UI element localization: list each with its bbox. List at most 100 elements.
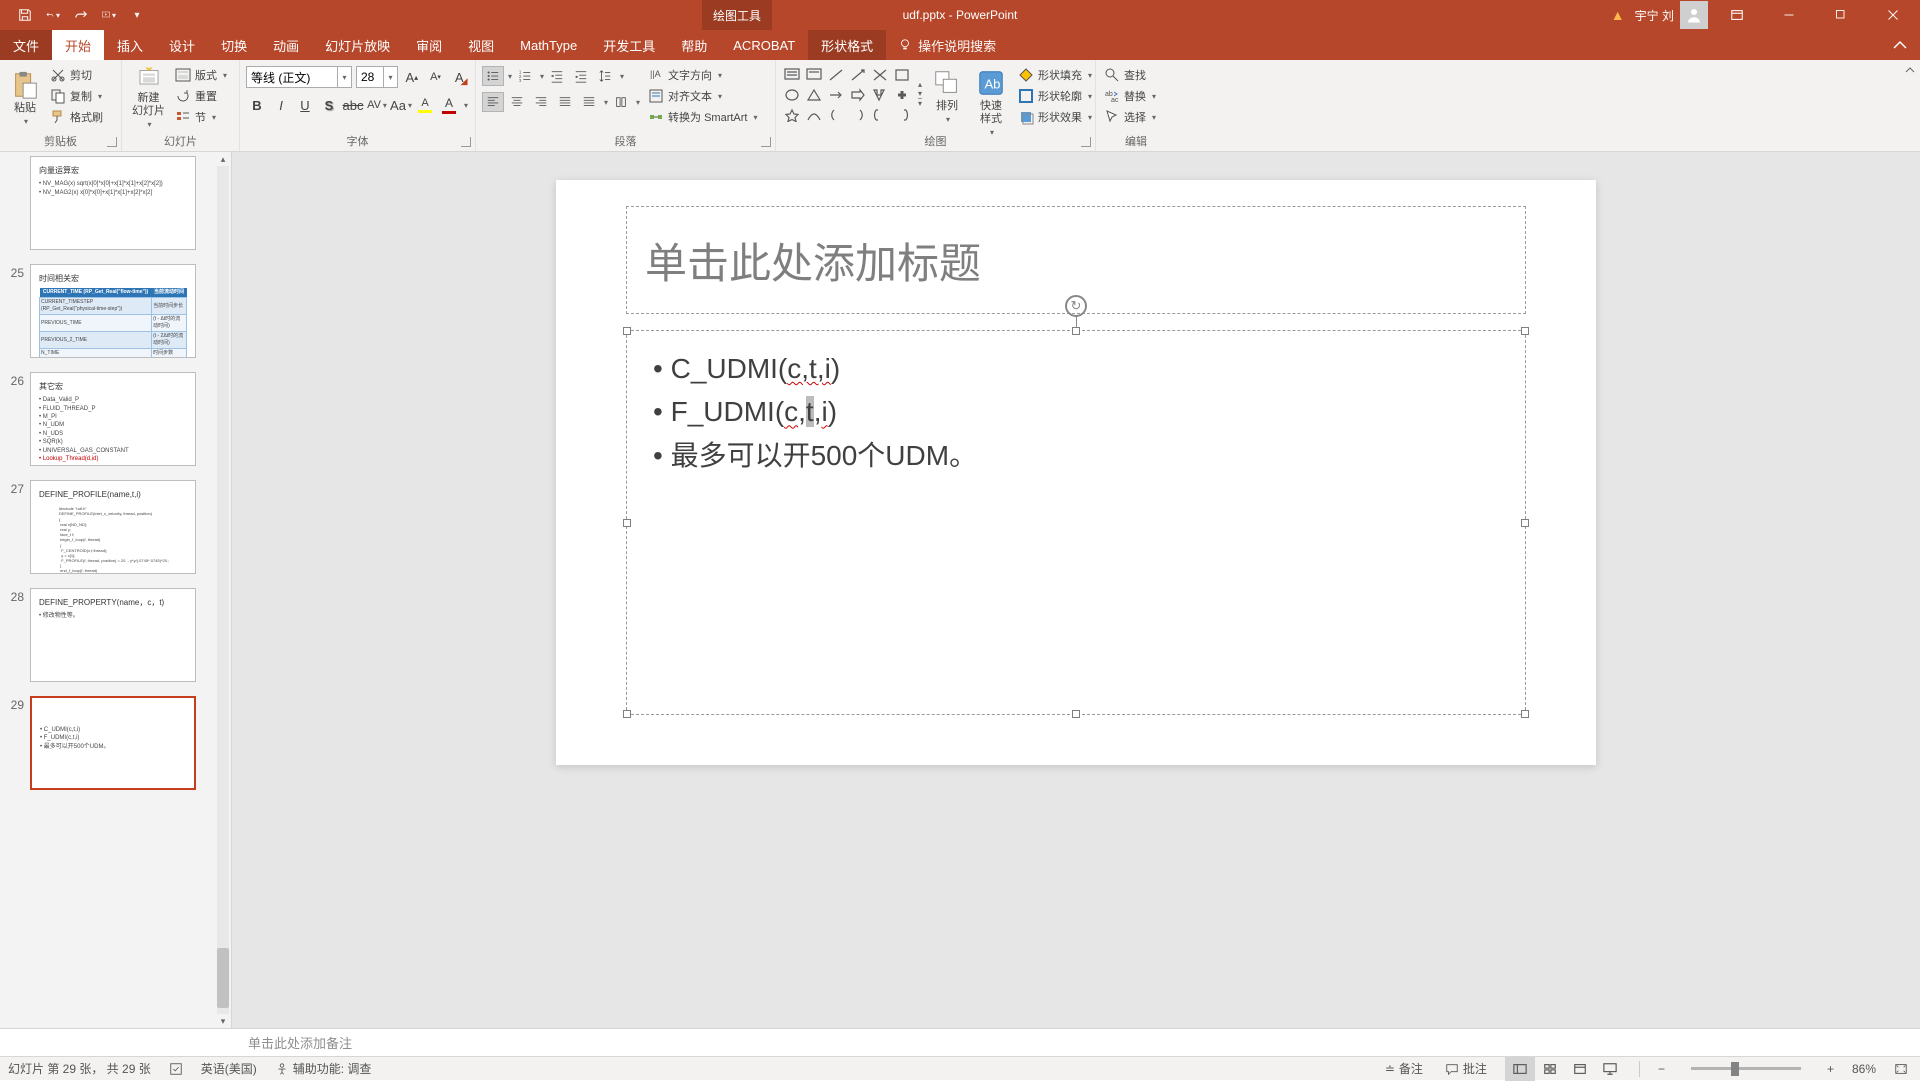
language-indicator[interactable]: 英语(美国) (201, 1060, 257, 1077)
slide-canvas[interactable]: 单击此处添加标题 C_UDMI(c,t,i) F_UDMI(c,t,i) 最多可… (232, 152, 1920, 1028)
accessibility-button[interactable]: 辅助功能: 调查 (271, 1060, 376, 1077)
cut-button[interactable]: 剪切 (48, 66, 105, 84)
char-spacing-button[interactable]: AV▾ (366, 94, 388, 116)
tab-review[interactable]: 审阅 (403, 30, 455, 60)
notes-toggle-button[interactable]: ≐ 备注 (1381, 1060, 1427, 1077)
sorter-view-button[interactable] (1535, 1057, 1565, 1081)
bullets-button[interactable] (482, 66, 504, 86)
align-text-button[interactable]: 对齐文本▾ (646, 87, 759, 105)
tab-home[interactable]: 开始 (52, 30, 104, 60)
reset-button[interactable]: 重置 (173, 87, 229, 105)
close-button[interactable] (1870, 0, 1916, 30)
save-icon[interactable] (18, 8, 32, 22)
thumbnail-item[interactable]: 28 DEFINE_PROPERTY(name，c，t)• 修改物性等。 (0, 584, 231, 692)
paste-button[interactable]: 粘贴▾ (6, 64, 44, 132)
warning-icon[interactable]: ▲ (1611, 7, 1625, 23)
reading-view-button[interactable] (1565, 1057, 1595, 1081)
resize-handle[interactable] (623, 327, 631, 335)
resize-handle[interactable] (1521, 710, 1529, 718)
thumbnail-item[interactable]: 26 其它宏• Data_Valid_P• FLUID_THREAD_P• M_… (0, 368, 231, 476)
tab-design[interactable]: 设计 (156, 30, 208, 60)
shadow-button[interactable]: S (318, 94, 340, 116)
font-color-button[interactable]: A (438, 94, 460, 116)
clear-format-button[interactable]: A◢ (449, 66, 469, 88)
zoom-slider[interactable] (1691, 1067, 1801, 1070)
text-direction-button[interactable]: ||A文字方向▾ (646, 66, 759, 84)
italic-button[interactable]: I (270, 94, 292, 116)
layout-button[interactable]: 版式▾ (173, 66, 229, 84)
thumbnail-item[interactable]: 29 • C_UDMI(c,t,i)• F_UDMI(c,t,i)• 最多可以开… (0, 692, 231, 800)
tab-view[interactable]: 视图 (455, 30, 507, 60)
resize-handle[interactable] (623, 519, 631, 527)
ribbon-collapse-icon[interactable] (1900, 60, 1920, 151)
slideshow-view-button[interactable] (1595, 1057, 1625, 1081)
distributed-button[interactable] (578, 92, 600, 112)
shapes-gallery[interactable] (782, 66, 912, 124)
thumbnail-item[interactable]: 27 DEFINE_PROFILE(name,t,i)#include "udf… (0, 476, 231, 584)
resize-handle[interactable] (1072, 710, 1080, 718)
zoom-in-button[interactable]: + (1823, 1062, 1838, 1076)
bold-button[interactable]: B (246, 94, 268, 116)
minimize-button[interactable] (1766, 0, 1812, 30)
tab-acrobat[interactable]: ACROBAT (720, 30, 808, 60)
font-size-combo[interactable]: ▾ (356, 66, 398, 88)
font-name-combo[interactable]: ▾ (246, 66, 352, 88)
clipboard-dialog-launcher[interactable] (107, 137, 117, 147)
redo-icon[interactable] (74, 8, 88, 22)
grow-font-button[interactable]: A▴ (402, 66, 422, 88)
decrease-indent-button[interactable] (546, 66, 568, 86)
shape-outline-button[interactable]: 形状轮廓▾ (1016, 87, 1094, 105)
tab-developer[interactable]: 开发工具 (590, 30, 668, 60)
tab-transitions[interactable]: 切换 (208, 30, 260, 60)
tab-file[interactable]: 文件 (0, 30, 52, 60)
align-left-button[interactable] (482, 92, 504, 112)
thumbnails-scrollbar[interactable]: ▴ ▾ (215, 152, 231, 1028)
quick-styles-button[interactable]: Ab快速样式▾ (972, 66, 1010, 140)
tell-me-search[interactable]: 操作说明搜索 (886, 30, 1008, 60)
zoom-level[interactable]: 86% (1852, 1062, 1876, 1076)
tab-shape-format[interactable]: 形状格式 (808, 30, 886, 60)
numbering-button[interactable]: 123 (514, 66, 536, 86)
normal-view-button[interactable] (1505, 1057, 1535, 1081)
tab-animations[interactable]: 动画 (260, 30, 312, 60)
align-center-button[interactable] (506, 92, 528, 112)
replace-button[interactable]: abac替换▾ (1102, 87, 1170, 105)
line-spacing-button[interactable] (594, 66, 616, 86)
arrange-button[interactable]: 排列▾ (928, 66, 966, 127)
copy-button[interactable]: 复制▾ (48, 87, 105, 105)
resize-handle[interactable] (1521, 519, 1529, 527)
change-case-button[interactable]: Aa▾ (390, 94, 412, 116)
content-placeholder[interactable]: C_UDMI(c,t,i) F_UDMI(c,t,i) 最多可以开500个UDM… (626, 330, 1526, 715)
ribbon-display-icon[interactable] (1714, 0, 1760, 30)
qat-customize-icon[interactable]: ▾ (130, 8, 144, 22)
thumbnail-item[interactable]: 25 时间相关宏 CURRENT_TIME (RP_Get_Real("flow… (0, 260, 231, 368)
resize-handle[interactable] (1521, 327, 1529, 335)
user-avatar[interactable] (1680, 1, 1708, 29)
tab-help[interactable]: 帮助 (668, 30, 720, 60)
user-name[interactable]: 宇宁 刘 (1635, 7, 1674, 24)
font-dialog-launcher[interactable] (461, 137, 471, 147)
slideshow-icon[interactable]: ▾ (102, 8, 116, 22)
justify-button[interactable] (554, 92, 576, 112)
smartart-button[interactable]: 转换为 SmartArt▾ (646, 108, 759, 126)
align-right-button[interactable] (530, 92, 552, 112)
increase-indent-button[interactable] (570, 66, 592, 86)
tab-mathtype[interactable]: MathType (507, 30, 590, 60)
zoom-out-button[interactable]: − (1654, 1062, 1669, 1076)
fit-to-window-button[interactable] (1890, 1062, 1912, 1076)
underline-button[interactable]: U (294, 94, 316, 116)
resize-handle[interactable] (1072, 327, 1080, 335)
format-painter-button[interactable]: 格式刷 (48, 108, 105, 126)
new-slide-button[interactable]: 新建 幻灯片▾ (128, 64, 169, 132)
tab-slideshow[interactable]: 幻灯片放映 (312, 30, 403, 60)
collapse-ribbon-icon[interactable] (1880, 30, 1920, 60)
spellcheck-button[interactable] (165, 1062, 187, 1076)
drawing-dialog-launcher[interactable] (1081, 137, 1091, 147)
comments-button[interactable]: 批注 (1441, 1060, 1491, 1077)
undo-icon[interactable]: ▾ (46, 8, 60, 22)
rotation-handle[interactable] (1065, 295, 1087, 317)
find-button[interactable]: 查找 (1102, 66, 1170, 84)
notes-pane[interactable]: 单击此处添加备注 (0, 1028, 1920, 1056)
resize-handle[interactable] (623, 710, 631, 718)
shape-effects-button[interactable]: 形状效果▾ (1016, 108, 1094, 126)
